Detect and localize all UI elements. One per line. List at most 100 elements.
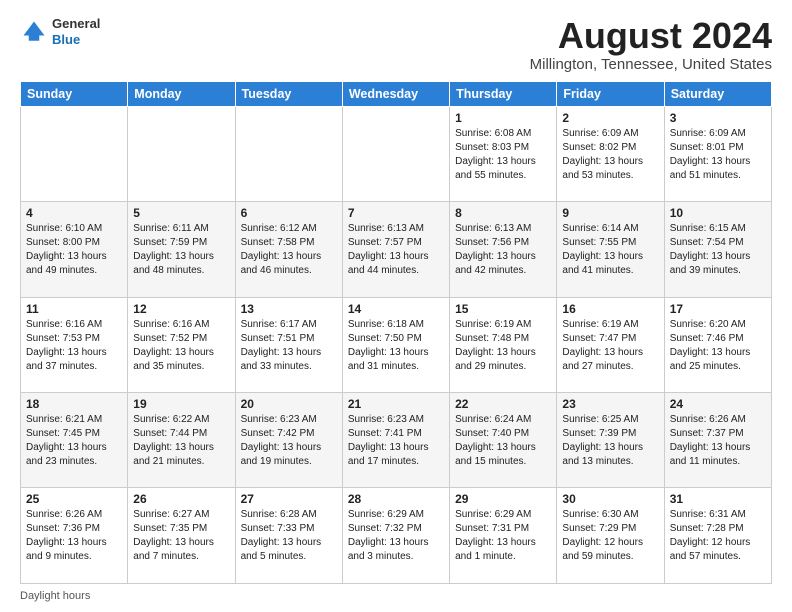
day-number: 29 [455,492,551,506]
day-number: 22 [455,397,551,411]
day-cell [342,106,449,201]
day-cell [128,106,235,201]
day-info: Sunrise: 6:22 AM Sunset: 7:44 PM Dayligh… [133,413,229,469]
day-cell: 15 Sunrise: 6:19 AM Sunset: 7:48 PM Dayli… [450,297,557,392]
day-number: 25 [26,492,122,506]
day-number: 13 [241,302,337,316]
day-number: 10 [670,206,766,220]
page-subtitle: Millington, Tennessee, United States [530,56,772,73]
header-cell: Saturday [664,81,771,106]
day-info: Sunrise: 6:09 AM Sunset: 8:01 PM Dayligh… [670,127,766,183]
day-info: Sunrise: 6:13 AM Sunset: 7:56 PM Dayligh… [455,222,551,278]
calendar-table: SundayMondayTuesdayWednesdayThursdayFrid… [20,81,772,584]
day-number: 28 [348,492,444,506]
day-info: Sunrise: 6:13 AM Sunset: 7:57 PM Dayligh… [348,222,444,278]
day-number: 15 [455,302,551,316]
day-info: Sunrise: 6:29 AM Sunset: 7:32 PM Dayligh… [348,508,444,564]
day-number: 14 [348,302,444,316]
page-title: August 2024 [530,16,772,56]
day-info: Sunrise: 6:16 AM Sunset: 7:53 PM Dayligh… [26,318,122,374]
day-cell: 21Sunrise: 6:23 AM Sunset: 7:41 PM Dayli… [342,393,449,488]
day-info: Sunrise: 6:21 AM Sunset: 7:45 PM Dayligh… [26,413,122,469]
header-cell: Sunday [21,81,128,106]
day-number: 5 [133,206,229,220]
day-cell: 27Sunrise: 6:28 AM Sunset: 7:33 PM Dayli… [235,488,342,584]
logo: General Blue [20,16,100,47]
day-info: Sunrise: 6:17 AM Sunset: 7:51 PM Dayligh… [241,318,337,374]
day-info: Sunrise: 6:09 AM Sunset: 8:02 PM Dayligh… [562,127,658,183]
day-cell: 5 Sunrise: 6:11 AM Sunset: 7:59 PM Daylig… [128,202,235,297]
day-number: 11 [26,302,122,316]
day-info: Sunrise: 6:26 AM Sunset: 7:36 PM Dayligh… [26,508,122,564]
day-number: 30 [562,492,658,506]
header-cell: Wednesday [342,81,449,106]
day-cell: 16Sunrise: 6:19 AM Sunset: 7:47 PM Dayli… [557,297,664,392]
day-cell: 7 Sunrise: 6:13 AM Sunset: 7:57 PM Daylig… [342,202,449,297]
header: General Blue August 2024 Millington, Ten… [20,16,772,73]
day-number: 17 [670,302,766,316]
logo-text: General Blue [52,16,100,47]
day-info: Sunrise: 6:19 AM Sunset: 7:48 PM Dayligh… [455,318,551,374]
day-info: Sunrise: 6:18 AM Sunset: 7:50 PM Dayligh… [348,318,444,374]
day-cell: 19Sunrise: 6:22 AM Sunset: 7:44 PM Dayli… [128,393,235,488]
day-cell: 8Sunrise: 6:13 AM Sunset: 7:56 PM Daylig… [450,202,557,297]
day-number: 3 [670,111,766,125]
day-number: 12 [133,302,229,316]
day-number: 31 [670,492,766,506]
day-info: Sunrise: 6:16 AM Sunset: 7:52 PM Dayligh… [133,318,229,374]
day-cell: 24Sunrise: 6:26 AM Sunset: 7:37 PM Dayli… [664,393,771,488]
day-info: Sunrise: 6:23 AM Sunset: 7:42 PM Dayligh… [241,413,337,469]
day-cell: 2Sunrise: 6:09 AM Sunset: 8:02 PM Daylig… [557,106,664,201]
day-number: 16 [562,302,658,316]
day-cell: 28 Sunrise: 6:29 AM Sunset: 7:32 PM Dayli… [342,488,449,584]
day-info: Sunrise: 6:26 AM Sunset: 7:37 PM Dayligh… [670,413,766,469]
day-info: Sunrise: 6:31 AM Sunset: 7:28 PM Dayligh… [670,508,766,564]
day-cell: 29Sunrise: 6:29 AM Sunset: 7:31 PM Dayli… [450,488,557,584]
logo-general: General [52,16,100,32]
day-cell: 14 Sunrise: 6:18 AM Sunset: 7:50 PM Dayli… [342,297,449,392]
day-number: 7 [348,206,444,220]
day-cell: 25 Sunrise: 6:26 AM Sunset: 7:36 PM Dayli… [21,488,128,584]
day-cell: 26Sunrise: 6:27 AM Sunset: 7:35 PM Dayli… [128,488,235,584]
day-cell: 4 Sunrise: 6:10 AM Sunset: 8:00 PM Daylig… [21,202,128,297]
day-info: Sunrise: 6:10 AM Sunset: 8:00 PM Dayligh… [26,222,122,278]
day-info: Sunrise: 6:12 AM Sunset: 7:58 PM Dayligh… [241,222,337,278]
header-cell: Monday [128,81,235,106]
week-row: 4 Sunrise: 6:10 AM Sunset: 8:00 PM Daylig… [21,202,772,297]
day-cell: 31 Sunrise: 6:31 AM Sunset: 7:28 PM Dayli… [664,488,771,584]
day-info: Sunrise: 6:23 AM Sunset: 7:41 PM Dayligh… [348,413,444,469]
day-cell: 11 Sunrise: 6:16 AM Sunset: 7:53 PM Dayli… [21,297,128,392]
week-row: 18 Sunrise: 6:21 AM Sunset: 7:45 PM Dayli… [21,393,772,488]
week-row: 11 Sunrise: 6:16 AM Sunset: 7:53 PM Dayli… [21,297,772,392]
day-cell: 18 Sunrise: 6:21 AM Sunset: 7:45 PM Dayli… [21,393,128,488]
day-number: 27 [241,492,337,506]
header-cell: Tuesday [235,81,342,106]
day-info: Sunrise: 6:08 AM Sunset: 8:03 PM Dayligh… [455,127,551,183]
day-info: Sunrise: 6:11 AM Sunset: 7:59 PM Dayligh… [133,222,229,278]
day-cell: 17 Sunrise: 6:20 AM Sunset: 7:46 PM Dayli… [664,297,771,392]
day-number: 6 [241,206,337,220]
footer-text: Daylight hours [20,590,90,602]
week-row: 1Sunrise: 6:08 AM Sunset: 8:03 PM Daylig… [21,106,772,201]
logo-icon [20,18,48,46]
page: General Blue August 2024 Millington, Ten… [0,0,792,612]
day-number: 26 [133,492,229,506]
day-info: Sunrise: 6:30 AM Sunset: 7:29 PM Dayligh… [562,508,658,564]
day-info: Sunrise: 6:25 AM Sunset: 7:39 PM Dayligh… [562,413,658,469]
day-number: 9 [562,206,658,220]
day-info: Sunrise: 6:24 AM Sunset: 7:40 PM Dayligh… [455,413,551,469]
day-cell: 30 Sunrise: 6:30 AM Sunset: 7:29 PM Dayli… [557,488,664,584]
day-cell [235,106,342,201]
day-cell: 9Sunrise: 6:14 AM Sunset: 7:55 PM Daylig… [557,202,664,297]
day-number: 20 [241,397,337,411]
header-cell: Thursday [450,81,557,106]
footer: Daylight hours [20,590,772,602]
day-cell: 3 Sunrise: 6:09 AM Sunset: 8:01 PM Daylig… [664,106,771,201]
title-block: August 2024 Millington, Tennessee, Unite… [530,16,772,73]
day-cell: 1Sunrise: 6:08 AM Sunset: 8:03 PM Daylig… [450,106,557,201]
header-cell: Friday [557,81,664,106]
day-number: 18 [26,397,122,411]
day-info: Sunrise: 6:20 AM Sunset: 7:46 PM Dayligh… [670,318,766,374]
day-number: 4 [26,206,122,220]
day-cell: 6 Sunrise: 6:12 AM Sunset: 7:58 PM Daylig… [235,202,342,297]
